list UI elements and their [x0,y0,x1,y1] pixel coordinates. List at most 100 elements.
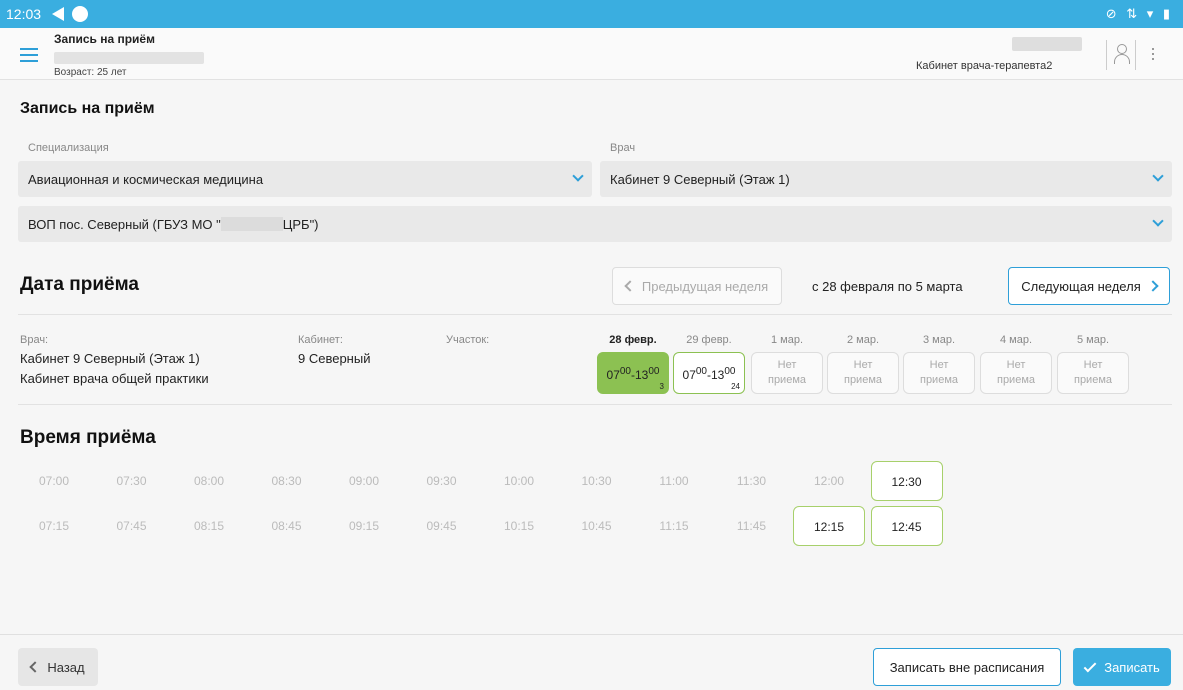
day-cell-available[interactable]: 0700-1300 24 [673,352,745,394]
time-slot: 08:45 [271,519,302,533]
facility-prefix: ВОП пос. Северный (ГБУЗ МО " [28,217,221,232]
day-label: 3 мар. [922,334,956,346]
status-bar: 12:03 ⊘ ⇅ ▾ ▮ [0,0,1183,28]
user-name-redacted [1012,37,1082,51]
next-week-button[interactable]: Следующая неделя [1008,267,1170,305]
hamburger-menu-icon[interactable] [20,48,38,62]
day-label: 2 мар. [846,334,880,346]
chevron-left-icon [29,661,42,673]
book-outside-schedule-button[interactable]: Записать вне расписания [873,648,1061,686]
time-slot[interactable]: 12:45 [870,506,943,546]
booking-heading: Запись на приём [20,100,155,117]
time-slot: 08:30 [271,474,302,488]
no-reception-line2: приема [919,374,959,386]
time-slot: 09:15 [348,519,380,533]
start-hour: 07 [606,368,620,382]
cabinet-info-value: 9 Северный [298,351,371,366]
previous-week-button[interactable]: Предыдущая неделя [612,267,782,305]
no-reception-line2: приема [1073,374,1113,386]
back-triangle-icon[interactable] [52,7,64,21]
time-slot: 10:45 [581,519,612,533]
book-label: Записать [1104,659,1160,675]
day-cell-unavailable: Нет приема [980,352,1052,394]
time-slot: 10:00 [503,474,535,488]
day-cell-unavailable: Нет приема [903,352,975,394]
back-button[interactable]: Назад [18,648,98,686]
day-label: 1 мар. [770,334,804,346]
time-slot: 11:30 [736,474,767,488]
doctor-info-label: Врач: [20,334,49,346]
district-info-label: Участок: [446,334,490,346]
facility-select[interactable]: ВОП пос. Северный (ГБУЗ МО " ЦРБ") [18,206,1172,242]
patient-name-redacted [54,52,204,64]
no-reception-line1: Нет [777,359,797,371]
header-title: Запись на приём [54,32,155,46]
time-slot: 07:45 [116,519,147,533]
day-label: 28 февр. [609,334,657,346]
no-reception-line2: приема [767,374,807,386]
date-heading: Дата приёма [20,274,139,295]
time-slot: 10:15 [503,519,535,533]
book-outside-schedule-label: Записать вне расписания [889,659,1045,675]
time-slot: 10:30 [581,474,612,488]
time-slot[interactable]: 12:30 [870,461,943,501]
time-slot: 08:15 [193,519,225,533]
next-week-label: Следующая неделя [1021,278,1141,294]
status-time: 12:03 [6,6,42,22]
previous-week-label: Предыдущая неделя [641,278,769,294]
time-slot: 09:30 [426,474,457,488]
start-min: 00 [619,366,631,377]
time-slot: 11:00 [659,474,689,488]
specialization-select[interactable]: Авиационная и космическая медицина [18,161,592,197]
time-slot: 07:30 [116,474,147,488]
check-icon [1083,659,1097,672]
specialization-label: Специализация [28,142,109,154]
time-slot: 11:15 [659,519,689,533]
end-min: 00 [724,366,736,377]
time-slot: 09:00 [348,474,380,488]
week-range: с 28 февраля по 5 марта [812,279,963,294]
more-options-icon[interactable] [1152,48,1156,63]
no-reception-line1: Нет [1083,359,1103,371]
book-button[interactable]: Записать [1073,648,1171,686]
no-reception-line1: Нет [1006,359,1026,371]
end-min: 00 [648,366,660,377]
app-header: Запись на приём Возраст: 25 лет Кабинет … [0,28,1183,80]
system-status-icons: ⊘ ⇅ ▾ ▮ [1105,6,1173,21]
no-reception-line1: Нет [853,359,873,371]
no-reception-line2: приема [843,374,883,386]
chevron-down-icon [572,170,584,182]
end-hour: 13 [635,368,649,382]
user-avatar-icon[interactable] [1106,40,1136,70]
chevron-right-icon [1147,280,1159,292]
no-reception-line2: приема [996,374,1036,386]
chevron-left-icon [624,280,636,292]
day-cell-unavailable: Нет приема [1057,352,1129,394]
time-slot[interactable]: 12:15 [793,506,865,546]
free-slots-count: 24 [731,382,740,391]
free-slots-count: 3 [659,382,664,391]
end-hour: 13 [711,368,725,382]
divider [18,314,1172,315]
time-slot: 07:00 [38,474,70,488]
facility-suffix: ЦРБ") [282,217,319,232]
day-cell-unavailable: Нет приема [751,352,823,394]
doctor-info-name: Кабинет 9 Северный (Этаж 1) [20,351,200,366]
doctor-label: Врач [610,142,636,154]
back-label: Назад [47,659,85,675]
day-label: 29 февр. [686,334,732,346]
patient-age: Возраст: 25 лет [54,67,127,78]
chevron-down-icon [1152,170,1164,182]
day-label: 4 мар. [999,334,1033,346]
home-circle-icon[interactable] [72,6,88,22]
day-cell-selected[interactable]: 0700-1300 3 [597,352,669,394]
no-reception-line1: Нет [929,359,949,371]
doctor-select[interactable]: Кабинет 9 Северный (Этаж 1) [600,161,1172,197]
doctor-value: Кабинет 9 Северный (Этаж 1) [610,172,790,187]
time-slot: 11:45 [736,519,767,533]
day-label: 5 мар. [1076,334,1110,346]
time-slot: 08:00 [193,474,225,488]
day-cell-unavailable: Нет приема [827,352,899,394]
time-slot: 12:00 [813,474,845,488]
start-min: 00 [695,366,707,377]
